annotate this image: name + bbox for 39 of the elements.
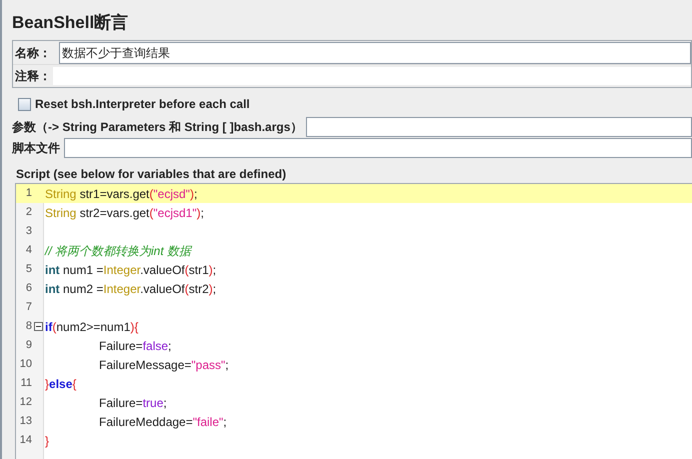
line-number: 11 [20, 376, 32, 392]
comment-input-field[interactable] [53, 67, 691, 85]
code-line: } [45, 432, 50, 450]
line-number: 14 [18, 433, 32, 448]
parameters-input-field[interactable] [306, 116, 692, 136]
line-number: 1 [24, 186, 32, 202]
code-line: Failure=true; [99, 394, 167, 412]
script-file-label: 脚本文件 [12, 140, 61, 157]
comment-label: 注释： [14, 68, 52, 85]
code-line: // 将两个数都转换为int 数据 [45, 242, 192, 260]
line-number: 2 [24, 205, 32, 220]
code-line: int num2 =Integer.valueOf(str2); [45, 280, 216, 298]
name-input-field[interactable]: 数据不少于查询结果 [59, 42, 691, 64]
code-line: String str2=vars.get("ecjsd1"); [45, 204, 204, 222]
parameters-label: 参数（-> String Parameters 和 String [ ]bash.args） [12, 118, 304, 136]
line-number: 5 [24, 262, 32, 278]
code-line: FailureMessage="pass"; [99, 356, 229, 374]
code-line: if(num2>=num1){ [45, 318, 138, 336]
code-line: }else{ [45, 376, 76, 392]
line-number: 8 [24, 319, 32, 334]
line-number: 12 [18, 395, 32, 410]
line-number: 13 [18, 414, 32, 430]
reset-checkbox[interactable] [18, 98, 31, 110]
code-line: FailureMeddage="faile"; [99, 414, 227, 430]
name-label: 名称： [14, 44, 52, 62]
line-number: 6 [24, 281, 32, 296]
code-line: Failure=false; [99, 338, 172, 354]
line-number: 4 [24, 243, 32, 258]
code-line: int num1 =Integer.valueOf(str1); [45, 262, 216, 278]
code-line: String str1=vars.get("ecjsd"); [45, 186, 198, 202]
line-number: 10 [18, 357, 32, 372]
reset-option-label: Reset bsh.Interpreter before each call [35, 96, 250, 113]
collapse-icon[interactable] [34, 322, 42, 331]
script-label: Script (see below for variables that are defined) [15, 166, 288, 183]
panel-title: BeanShell断言 [12, 12, 130, 34]
line-number: 3 [24, 224, 32, 240]
script-file-input-field[interactable] [64, 138, 692, 158]
line-number: 9 [24, 338, 32, 354]
line-number: 7 [24, 300, 32, 316]
